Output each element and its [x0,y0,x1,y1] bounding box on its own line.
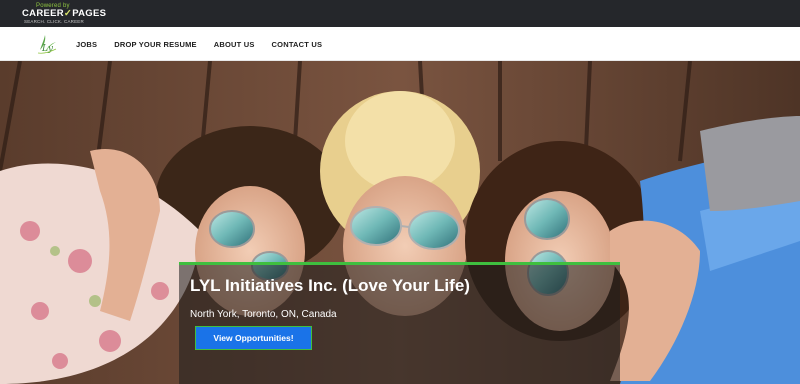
top-bar: Powered by CAREER✓PAGES SEARCH. CLICK. C… [0,0,800,27]
main-navigation: Ly JOBS DROP YOUR RESUME ABOUT US CONTAC… [0,27,800,61]
brand-name: CAREER✓PAGES [22,8,107,19]
nav-jobs[interactable]: JOBS [76,40,97,49]
brand-tagline: SEARCH. CLICK. CAREER [24,19,84,24]
nav-drop-resume[interactable]: DROP YOUR RESUME [114,40,197,49]
careerpages-logo[interactable]: Powered by CAREER✓PAGES SEARCH. CLICK. C… [22,3,106,24]
company-name: LYL Initiatives Inc. (Love Your Life) [190,276,470,295]
nav-contact-us[interactable]: CONTACT US [272,40,323,49]
company-card: LYL Initiatives Inc. (Love Your Life) No… [179,262,620,384]
company-location: North York, Toronto, ON, Canada [190,309,337,320]
hero-banner: LYL Initiatives Inc. (Love Your Life) No… [0,61,800,384]
nav-about-us[interactable]: ABOUT US [214,40,255,49]
company-logo-icon[interactable]: Ly [36,32,58,56]
view-opportunities-button[interactable]: View Opportunities! [195,326,312,350]
